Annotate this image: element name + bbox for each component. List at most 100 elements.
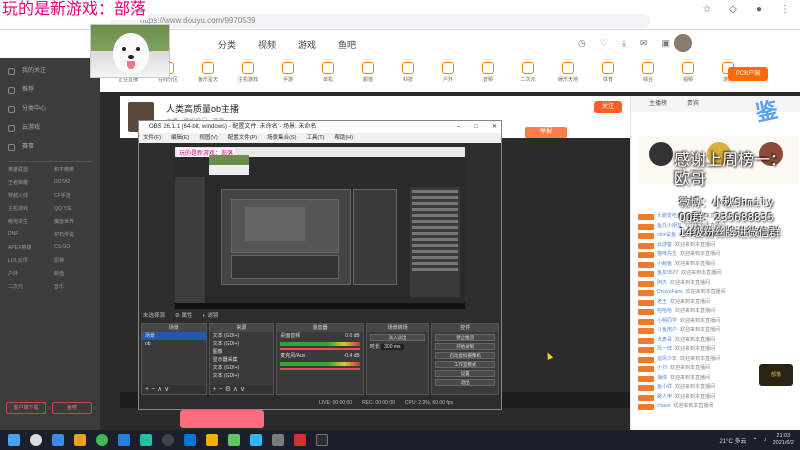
broadcast-icon[interactable]: ▣: [661, 38, 670, 49]
sidebar-item-cloud-game[interactable]: 云游戏: [0, 119, 100, 138]
chat-message[interactable]: 云游客 欢迎来到本直播间: [635, 241, 797, 251]
follow-button[interactable]: 关注: [594, 101, 622, 113]
category-item[interactable]: 户外: [428, 58, 468, 92]
edge-icon[interactable]: [118, 434, 130, 446]
volume-fader[interactable]: [280, 348, 360, 350]
chat-message[interactable]: 斗鱼用户 欢迎来到本直播间: [635, 326, 797, 336]
transition-select[interactable]: 淡入淡出: [369, 334, 426, 341]
sidebar-item-following[interactable]: 我的关注: [0, 62, 100, 81]
category-item[interactable]: 娱乐天地: [548, 58, 588, 92]
sidebar-game-link[interactable]: 魔兽世界: [54, 218, 100, 227]
sidebar-game-link[interactable]: CS:GO: [54, 244, 100, 253]
chat-username[interactable]: 猫咪先生: [657, 251, 677, 257]
message-icon[interactable]: ✉: [640, 38, 648, 49]
sidebar-game-link[interactable]: 王者荣耀: [8, 179, 54, 188]
start-recording-button[interactable]: 开始录制: [435, 343, 495, 350]
volume-icon[interactable]: ♪: [764, 437, 767, 443]
chat-message[interactable]: 阿杰 欢迎来到本直播间: [635, 279, 797, 289]
extensions-icon[interactable]: ◇: [726, 4, 740, 15]
chat-username[interactable]: 小鲸鱼: [657, 261, 672, 267]
chat-username[interactable]: 阿杰: [657, 280, 667, 286]
category-item[interactable]: 科技: [388, 58, 428, 92]
menu-icon[interactable]: ⋮: [778, 4, 792, 15]
chat-message[interactable]: 鱼友9527 欢迎来到本直播间: [635, 269, 797, 279]
chat-username[interactable]: 路人甲: [657, 394, 672, 400]
chat-message[interactable]: 路人甲 欢迎来到本直播间: [635, 393, 797, 403]
address-bar[interactable]: https://www.douyu.com/9970539: [110, 14, 650, 28]
category-item[interactable]: 二次元: [508, 58, 548, 92]
chat-username[interactable]: 大表哥: [657, 337, 672, 343]
follow-icon[interactable]: ♡: [600, 38, 608, 49]
explorer-icon[interactable]: [184, 434, 196, 446]
exit-button[interactable]: 退出: [435, 379, 495, 386]
sidebar-game-link[interactable]: 英雄联盟: [8, 166, 54, 175]
properties-button[interactable]: ⚙ 属性: [175, 311, 192, 321]
qq-icon[interactable]: [250, 434, 262, 446]
close-icon[interactable]: ✕: [492, 121, 497, 133]
sidebar-game-link[interactable]: 炉石传说: [54, 231, 100, 240]
client-download-button[interactable]: 客户端下载: [6, 402, 46, 414]
sidebar-game-link[interactable]: 穿越火线: [8, 192, 54, 201]
sidebar-game-link[interactable]: QQ飞车: [54, 205, 100, 214]
chat-message[interactable]: 小鲸鱼 欢迎来到本直播间: [635, 260, 797, 270]
category-item[interactable]: 综合: [628, 58, 668, 92]
report-button[interactable]: 举报: [525, 127, 567, 138]
chat-username[interactable]: nice鲨鱼: [657, 232, 676, 238]
sidebar-game-link[interactable]: CF手游: [54, 192, 100, 201]
category-item[interactable]: 体育: [588, 58, 628, 92]
chat-message[interactable]: 追风少年 欢迎来到本直播间: [635, 355, 797, 365]
source-item[interactable]: 文本 (GDI+): [210, 340, 274, 348]
source-item[interactable]: 图像: [210, 348, 274, 356]
obs-menu-item[interactable]: 配置文件(P): [228, 133, 257, 143]
clock[interactable]: 21:03 2021/6/2: [773, 433, 794, 447]
sidebar-game-link[interactable]: 颜值: [54, 270, 100, 279]
steam-client-icon[interactable]: [316, 434, 328, 446]
wechat-icon[interactable]: [228, 434, 240, 446]
sidebar-game-link[interactable]: 和平精英: [54, 166, 100, 175]
folder-icon[interactable]: [74, 434, 86, 446]
source-item[interactable]: 显示器采集: [210, 356, 274, 364]
studio-mode-button[interactable]: 工作室模式: [435, 361, 495, 368]
sidebar-game-link[interactable]: 原神: [54, 257, 100, 266]
obs-menu-item[interactable]: 帮助(H): [334, 133, 353, 143]
chat-message[interactable]: chase 欢迎来到本直播间: [635, 402, 797, 412]
sidebar-game-link[interactable]: 主机游戏: [8, 205, 54, 214]
sidebar-game-link[interactable]: 二次元: [8, 283, 54, 292]
steam-icon[interactable]: [272, 434, 284, 446]
chat-message[interactable]: 大表哥 欢迎来到本直播间: [635, 336, 797, 346]
chat-username[interactable]: 风一样: [657, 346, 672, 352]
nav-item-fishbar[interactable]: 鱼吧: [338, 38, 356, 51]
obs-menu-item[interactable]: 文件(F): [143, 133, 161, 143]
source-item[interactable]: 文本 (GDI+): [210, 372, 274, 380]
sidebar-item-esports[interactable]: 赛事: [0, 138, 100, 157]
chat-username[interactable]: 老王: [657, 299, 667, 305]
duration-input[interactable]: 300 ms: [381, 344, 404, 350]
settings-button[interactable]: 设置: [435, 370, 495, 377]
star-icon[interactable]: ☆: [700, 4, 714, 15]
chrome-icon[interactable]: [96, 434, 108, 446]
scene-controls[interactable]: + − ∧ ∨: [142, 385, 206, 394]
search-icon[interactable]: [30, 434, 42, 446]
fishbar-button[interactable]: 鱼吧: [52, 402, 92, 414]
sidebar-game-link[interactable]: 户外: [8, 270, 54, 279]
chat-username[interactable]: 鱼小样: [657, 384, 672, 390]
chat-message[interactable]: 老王 欢迎来到本直播间: [635, 298, 797, 308]
volume-fader[interactable]: [280, 368, 360, 370]
chat-username[interactable]: 斗鱼用户: [657, 327, 677, 333]
game-icon[interactable]: [294, 434, 306, 446]
category-item[interactable]: 手游: [268, 58, 308, 92]
sidebar-game-link[interactable]: APEX英雄: [8, 244, 54, 253]
obs-menu-item[interactable]: 工具(T): [306, 133, 324, 143]
tab-anchor-rank[interactable]: 主播榜: [649, 96, 667, 112]
tab-vip[interactable]: 贵宾: [687, 96, 699, 112]
chat-username[interactable]: DouyuFans: [657, 289, 683, 295]
obs-menu-item[interactable]: 编辑(E): [171, 133, 189, 143]
chat-username[interactable]: chase: [657, 403, 670, 409]
source-item[interactable]: 文本 (GDI+): [210, 332, 274, 340]
category-item[interactable]: 视频: [668, 58, 708, 92]
app-icon[interactable]: [140, 434, 152, 446]
filters-button[interactable]: ◐ 滤镜: [203, 311, 219, 321]
sidebar-game-link[interactable]: 音乐: [54, 283, 100, 292]
maximize-icon[interactable]: □: [474, 121, 478, 133]
download-icon[interactable]: ⤓: [622, 38, 626, 49]
